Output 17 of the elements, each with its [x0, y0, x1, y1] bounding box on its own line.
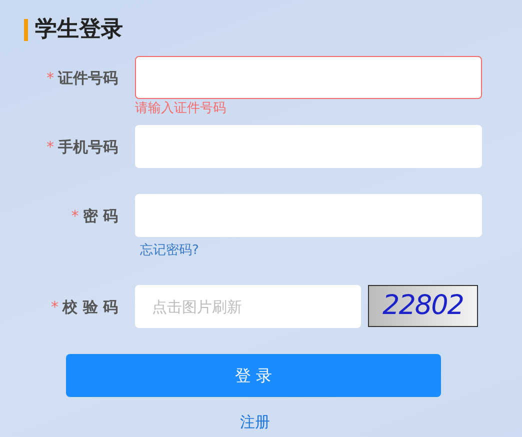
login-button[interactable]: 登 录: [66, 354, 441, 397]
password-field[interactable]: [135, 194, 482, 237]
required-mark: *: [71, 207, 79, 225]
input-field[interactable]: [135, 56, 482, 99]
page-title: 学生登录: [24, 19, 522, 41]
register-link[interactable]: 注册: [240, 413, 270, 431]
captcha-image[interactable]: 22802: [368, 285, 478, 327]
required-mark: *: [46, 138, 54, 156]
required-mark: *: [51, 298, 59, 316]
field-label: 密 码: [82, 207, 118, 225]
field-label: 手机号码: [58, 138, 118, 156]
captcha-field[interactable]: 点击图片刷新: [135, 285, 361, 328]
forgot-password-link[interactable]: 忘记密码?: [140, 241, 199, 261]
field-label: 校 验 码: [62, 298, 118, 316]
required-mark: *: [46, 69, 54, 87]
field-label: 证件号码: [58, 69, 118, 87]
error-message: 请输入证件号码: [135, 100, 227, 118]
